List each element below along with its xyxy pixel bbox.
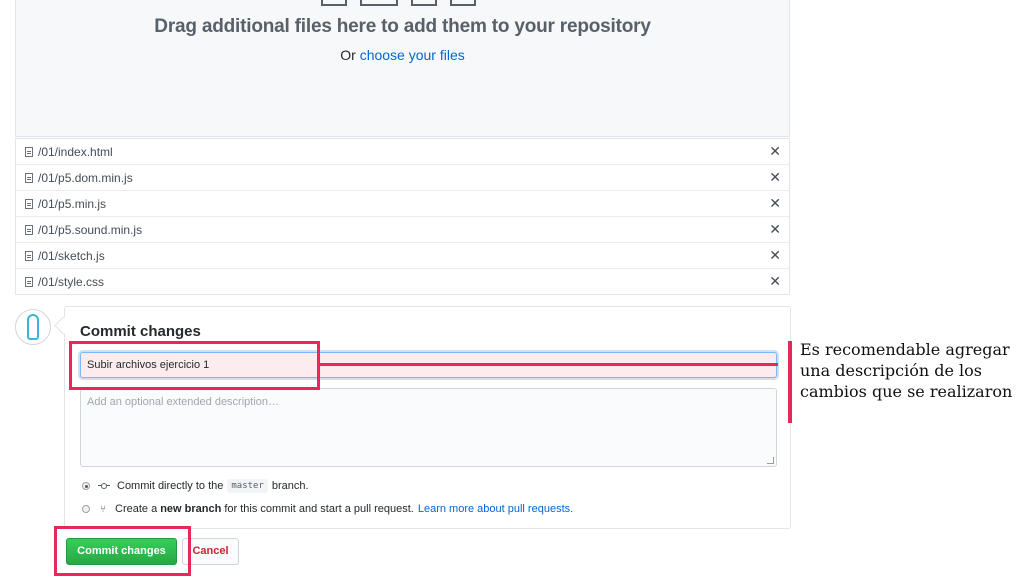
commit-form: Commit changes Subir archivos ejercicio … bbox=[64, 306, 791, 529]
close-icon[interactable]: ✕ bbox=[769, 247, 781, 264]
avatar-figure-icon bbox=[27, 314, 39, 340]
file-name: /01/sketch.js bbox=[38, 248, 105, 263]
file-name: /01/p5.dom.min.js bbox=[38, 170, 133, 185]
file-icon bbox=[25, 250, 33, 261]
new-branch-prefix: Create a bbox=[115, 503, 158, 515]
file-name: /01/style.css bbox=[38, 274, 105, 289]
choose-files-link[interactable]: choose your files bbox=[360, 47, 465, 63]
annotation-bar bbox=[788, 341, 792, 423]
new-branch-suffix: for this commit and start a pull request… bbox=[224, 503, 414, 515]
dropzone-sub-prefix: Or bbox=[340, 47, 356, 63]
file-dropzone[interactable]: Drag additional files here to add them t… bbox=[15, 0, 790, 137]
close-icon[interactable]: ✕ bbox=[769, 221, 781, 238]
file-icon bbox=[25, 198, 33, 209]
annotation-connector bbox=[320, 363, 778, 366]
file-row: /01/p5.sound.min.js ✕ bbox=[16, 217, 789, 243]
dropzone-title: Drag additional files here to add them t… bbox=[154, 16, 651, 37]
close-icon[interactable]: ✕ bbox=[769, 273, 781, 290]
file-name: /01/p5.min.js bbox=[38, 196, 107, 211]
resize-grip-icon[interactable] bbox=[767, 457, 774, 464]
commit-changes-button[interactable]: Commit changes bbox=[66, 538, 177, 565]
file-name: /01/p5.sound.min.js bbox=[38, 222, 143, 237]
cancel-button[interactable]: Cancel bbox=[182, 538, 239, 565]
close-icon[interactable]: ✕ bbox=[769, 143, 781, 160]
new-branch-bold: new branch bbox=[160, 503, 222, 515]
file-row: /01/index.html ✕ bbox=[16, 139, 789, 165]
avatar[interactable] bbox=[15, 309, 51, 345]
commit-title: Commit changes bbox=[80, 323, 201, 340]
file-row: /01/style.css ✕ bbox=[16, 269, 789, 294]
annotation-text: Es recomendable agregar una descripción … bbox=[800, 340, 1013, 401]
branch-name: master bbox=[227, 479, 268, 493]
radio-direct[interactable] bbox=[82, 482, 90, 490]
file-icon bbox=[25, 146, 33, 157]
file-row: /01/p5.dom.min.js ✕ bbox=[16, 165, 789, 191]
close-icon[interactable]: ✕ bbox=[769, 169, 781, 186]
file-icon bbox=[25, 276, 33, 287]
commit-description-field[interactable]: Add an optional extended description… bbox=[80, 388, 777, 467]
documents-icon bbox=[321, 0, 489, 11]
file-icon bbox=[25, 172, 33, 183]
file-name: /01/index.html bbox=[38, 144, 113, 159]
description-placeholder: Add an optional extended description… bbox=[87, 396, 280, 408]
radio-new-branch[interactable] bbox=[82, 505, 90, 513]
file-icon bbox=[25, 224, 33, 235]
commit-direct-option[interactable]: Commit directly to the master branch. bbox=[82, 479, 309, 493]
file-row: /01/sketch.js ✕ bbox=[16, 243, 789, 269]
learn-more-link[interactable]: Learn more about pull requests. bbox=[418, 503, 573, 515]
file-row: /01/p5.min.js ✕ bbox=[16, 191, 789, 217]
file-list: /01/index.html ✕ /01/p5.dom.min.js ✕ /01… bbox=[15, 138, 790, 295]
dropzone-subtitle: Or choose your files bbox=[16, 47, 789, 63]
close-icon[interactable]: ✕ bbox=[769, 195, 781, 212]
direct-prefix: Commit directly to the bbox=[117, 480, 224, 492]
commit-new-branch-option[interactable]: ⑂ Create a new branch for this commit an… bbox=[82, 503, 573, 515]
direct-suffix: branch. bbox=[271, 480, 309, 492]
pull-request-icon: ⑂ bbox=[100, 503, 106, 515]
git-commit-icon bbox=[98, 481, 110, 491]
